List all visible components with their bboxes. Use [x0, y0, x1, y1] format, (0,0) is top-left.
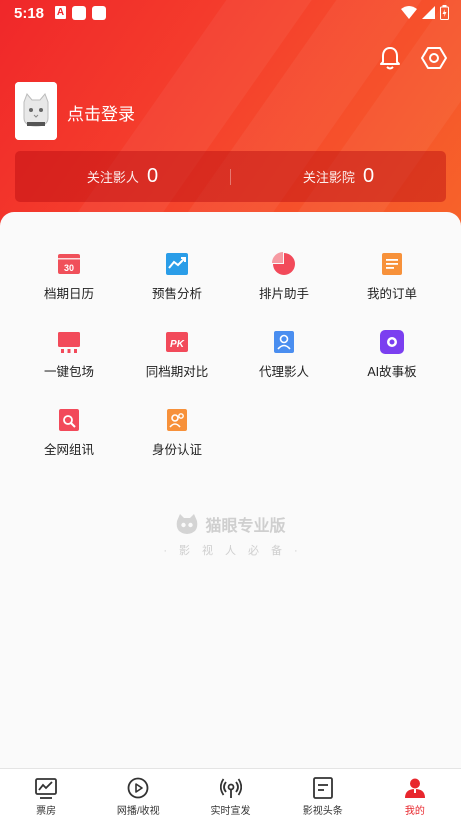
followed-actors-label: 关注影人 [86, 170, 139, 185]
menu-item-label: 一键包场 [43, 365, 94, 379]
box-office-icon [35, 778, 57, 799]
watermark-title: 猫眼专业版 [205, 518, 286, 535]
followed-cinemas-count: 0 [362, 165, 375, 187]
menu-panel: 30 档期日历 预售分析 排片助手 我的订单 一键包场 PK 同档期对比 代理影… [0, 212, 461, 768]
tab-label: 票房 [36, 806, 57, 817]
search-document-icon [59, 409, 79, 431]
tab-streaming-ratings[interactable]: 网播/收视 [92, 769, 184, 819]
play-icon [127, 777, 149, 799]
watermark-subtitle-text: 影视人必备 [179, 545, 294, 557]
ai-storyboard-icon [380, 330, 404, 354]
notification-square-icon [92, 6, 106, 20]
menu-item-my-orders[interactable]: 我的订单 [342, 252, 442, 302]
menu-item-identity-verification[interactable]: 身份认证 [127, 408, 227, 458]
menu-item-label: 全网组讯 [43, 443, 94, 457]
battery-icon [440, 5, 449, 20]
wifi-icon [401, 6, 417, 19]
a-notification-icon: A [55, 6, 66, 19]
trend-chart-icon [166, 253, 188, 275]
tab-film-headlines[interactable]: 影视头条 [277, 769, 369, 819]
brand-watermark: 猫眼专业版 ·影视人必备· [0, 512, 461, 558]
followed-actors-count: 0 [146, 165, 159, 187]
svg-text:30: 30 [64, 263, 74, 273]
watermark-subtitle: ·影视人必备· [163, 545, 310, 557]
bottom-tab-bar: 票房 网播/收视 实时宣发 影视头条 我的 [0, 768, 461, 819]
maoyan-logo-icon [177, 514, 198, 534]
menu-item-ai-storyboard[interactable]: AI故事板 [342, 330, 442, 380]
order-document-icon [382, 253, 402, 275]
followed-cinemas-label: 关注影院 [302, 170, 355, 185]
notification-square-icon [72, 6, 86, 20]
login-link[interactable]: 点击登录 [67, 100, 135, 125]
menu-item-schedule-calendar[interactable]: 30 档期日历 [19, 252, 119, 302]
menu-item-network-casting[interactable]: 全网组讯 [19, 408, 119, 458]
avatar[interactable] [15, 82, 57, 140]
tab-realtime-promo[interactable]: 实时宣发 [184, 769, 276, 819]
menu-item-label: 我的订单 [366, 287, 417, 301]
followed-cinemas[interactable]: 关注影院 0 [231, 165, 446, 188]
news-icon [312, 777, 333, 799]
cat-avatar-icon [15, 82, 57, 140]
followed-actors[interactable]: 关注影人 0 [15, 165, 230, 188]
menu-item-label: 同档期对比 [145, 365, 209, 379]
tab-label: 影视头条 [302, 806, 343, 817]
svg-text:PK: PK [170, 339, 185, 350]
bell-icon[interactable] [376, 44, 404, 72]
agent-person-icon [274, 331, 294, 353]
status-bar: 5:18 A [0, 0, 461, 26]
menu-item-same-period-comparison[interactable]: PK 同档期对比 [127, 330, 227, 380]
menu-item-label: 档期日历 [43, 287, 94, 301]
profile-header: 5:18 A 点击登录 关注影人 0 关注影院 0 [0, 0, 461, 240]
menu-item-presale-analysis[interactable]: 预售分析 [127, 252, 227, 302]
identity-icon [167, 409, 187, 431]
tab-label: 网播/收视 [116, 806, 160, 817]
tab-mine[interactable]: 我的 [369, 769, 461, 819]
tab-label: 我的 [404, 806, 425, 817]
pie-chart-icon [272, 252, 295, 275]
menu-item-agent-talent[interactable]: 代理影人 [234, 330, 334, 380]
tab-box-office[interactable]: 票房 [0, 769, 92, 819]
screen-booking-icon [58, 332, 80, 353]
broadcast-icon [219, 778, 242, 798]
menu-item-scheduling-assistant[interactable]: 排片助手 [234, 252, 334, 302]
status-time: 5:18 [14, 5, 45, 22]
menu-item-one-click-booking[interactable]: 一键包场 [19, 330, 119, 380]
pk-compare-icon: PK [166, 332, 188, 352]
menu-item-label: 身份认证 [151, 443, 202, 457]
tab-label: 实时宣发 [210, 806, 251, 817]
calendar-icon: 30 [58, 254, 80, 274]
signal-icon [422, 6, 435, 19]
menu-item-label: 排片助手 [258, 287, 309, 301]
menu-item-label: 预售分析 [151, 287, 202, 301]
settings-icon[interactable] [420, 44, 448, 72]
follow-bar: 关注影人 0 关注影院 0 [15, 151, 446, 202]
menu-item-label: AI故事板 [367, 365, 417, 379]
menu-item-label: 代理影人 [258, 365, 309, 379]
profile-icon [404, 778, 425, 798]
